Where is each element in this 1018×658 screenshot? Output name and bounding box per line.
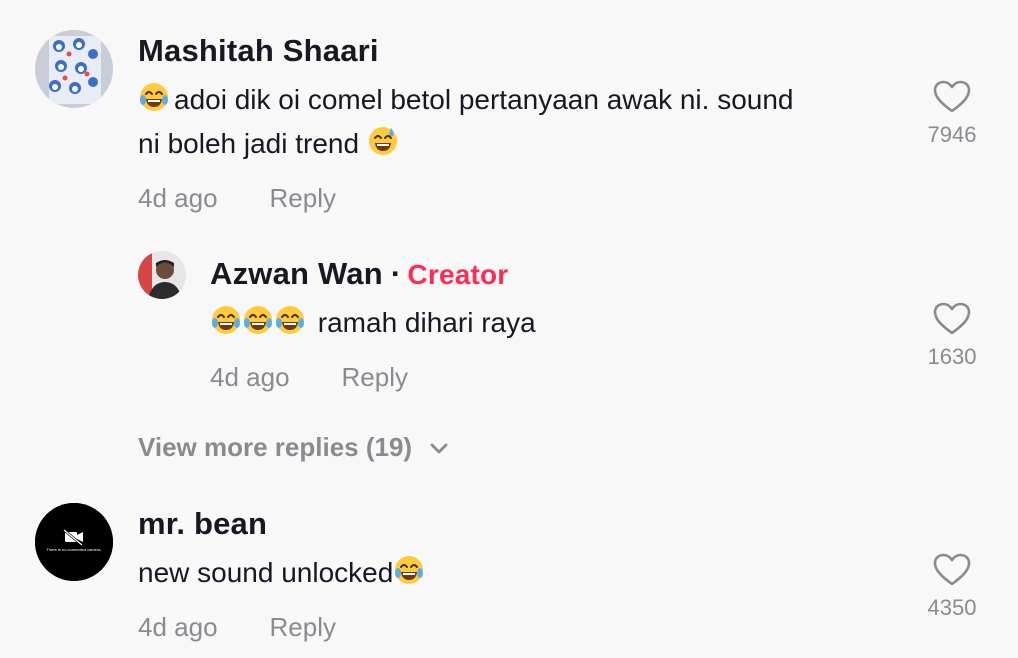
comment-meta: 4d ago Reply — [138, 612, 336, 643]
comment-text-content: new sound unlocked — [138, 557, 394, 588]
comment-username[interactable]: mr. bean — [138, 505, 267, 543]
reply-button[interactable]: Reply — [270, 183, 336, 213]
avatar-caption: There is no connected camera. — [46, 547, 102, 552]
comment-text: adoi dik oi comel betol pertanyaan awak … — [138, 78, 898, 166]
avatar[interactable] — [138, 251, 186, 299]
separator-dot: · — [390, 256, 402, 291]
reply-button[interactable]: Reply — [270, 612, 336, 642]
joy-emoji-icon — [210, 304, 242, 336]
like-button[interactable]: 1630 — [907, 302, 997, 370]
reply-meta: 4d ago Reply — [210, 362, 408, 393]
comment-text-line1: adoi dik oi comel betol pertanyaan awak … — [174, 84, 794, 115]
heart-icon[interactable] — [933, 80, 971, 114]
joy-emoji-icon — [138, 81, 170, 113]
reply-text: ramah dihari raya — [210, 301, 890, 345]
comment-time: 4d ago — [138, 183, 218, 213]
like-count: 7946 — [927, 122, 977, 147]
creator-badge: Creator — [407, 259, 509, 290]
like-count: 4350 — [927, 595, 977, 620]
comment-text-line: ni boleh jadi trend — [138, 122, 898, 166]
joy-emoji-icon — [242, 304, 274, 336]
comment-meta: 4d ago Reply — [138, 183, 336, 214]
reply-button[interactable]: Reply — [342, 362, 408, 392]
like-button[interactable]: 4350 — [907, 553, 997, 621]
like-button[interactable]: 7946 — [907, 80, 997, 148]
view-more-label: View more replies (19) — [138, 432, 413, 462]
comment-text-line2: ni boleh jadi trend — [138, 128, 360, 159]
avatar[interactable]: There is no connected camera. — [35, 503, 113, 581]
view-more-replies-button[interactable]: View more replies (19) — [138, 432, 449, 463]
joy-emoji-icon — [393, 554, 425, 586]
like-count: 1630 — [927, 344, 977, 369]
comment-text: new sound unlocked — [138, 551, 898, 595]
avatar[interactable] — [35, 30, 113, 108]
heart-icon[interactable] — [933, 302, 971, 336]
chevron-down-icon — [430, 443, 448, 454]
joy-emoji-icon — [274, 304, 306, 336]
comment-time: 4d ago — [138, 612, 218, 642]
sweat-smile-emoji-icon — [367, 125, 399, 157]
camera-off-icon — [35, 503, 113, 581]
reply-username[interactable]: Azwan Wan — [210, 256, 383, 291]
reply-username-row: Azwan Wan · Creator — [210, 255, 508, 294]
heart-icon[interactable] — [933, 553, 971, 587]
reply-time: 4d ago — [210, 362, 290, 392]
comment-text-line: adoi dik oi comel betol pertanyaan awak … — [138, 78, 898, 122]
reply-text-content: ramah dihari raya — [317, 307, 536, 338]
comment-username[interactable]: Mashitah Shaari — [138, 32, 379, 70]
